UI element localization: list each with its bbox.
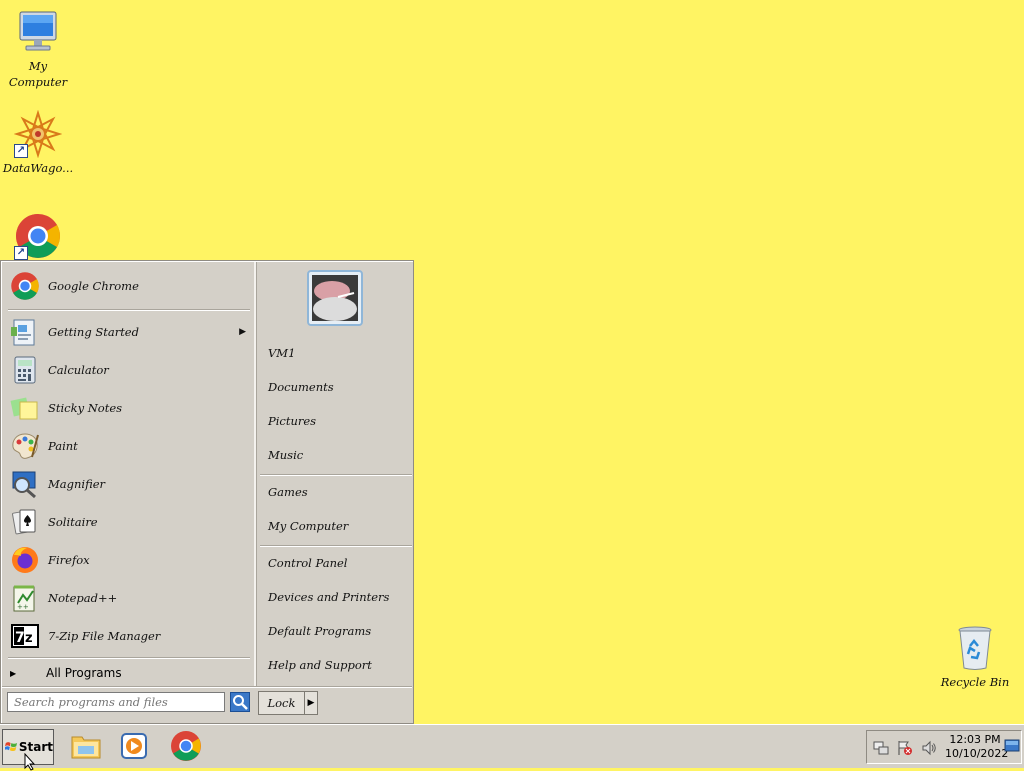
places-item-games[interactable]: Games [268, 481, 408, 503]
places-item-default-programs[interactable]: Default Programs [268, 620, 408, 642]
taskbar-app-explorer[interactable] [68, 728, 104, 764]
lock-button[interactable]: Lock ▶ [258, 691, 318, 715]
menu-item-label: Sticky Notes [48, 401, 123, 415]
menu-item-label: Getting Started [48, 325, 139, 339]
chrome-icon [10, 271, 40, 301]
places-item-documents[interactable]: Documents [268, 376, 408, 398]
start-menu-places-pane: VM1 Documents Pictures Music Games My Co… [257, 262, 413, 686]
divider [260, 474, 412, 476]
places-item-control-panel[interactable]: Control Panel [268, 552, 408, 574]
user-avatar[interactable] [307, 270, 363, 326]
firefox-icon [10, 545, 40, 575]
search-input[interactable] [7, 692, 225, 712]
mandala-icon: ↗ [13, 109, 63, 159]
svg-text:++: ++ [17, 603, 29, 611]
taskbar-app-chrome[interactable] [168, 728, 204, 764]
start-label: Start [18, 740, 53, 754]
chrome-icon [171, 731, 201, 761]
menu-item-notepad-plus-plus[interactable]: ++ Notepad++ [10, 580, 250, 616]
clock-date: 10/10/2022 [945, 747, 1009, 760]
divider [8, 309, 250, 311]
search-button[interactable] [230, 692, 250, 712]
mouse-cursor-icon [24, 753, 36, 771]
show-desktop-icon [1004, 739, 1020, 752]
desktop-icon-label: Recycle Bin [940, 675, 1010, 689]
places-item-pictures[interactable]: Pictures [268, 410, 408, 432]
taskbar-app-media-player[interactable] [116, 728, 152, 764]
menu-item-firefox[interactable]: Firefox [10, 542, 250, 578]
menu-item-sticky-notes[interactable]: Sticky Notes [10, 390, 250, 426]
solitaire-icon [10, 507, 40, 537]
search-box [7, 691, 250, 715]
arrow-right-icon: ▶ [10, 668, 17, 678]
sticky-notes-icon [10, 393, 40, 423]
action-center-flag-icon[interactable] [897, 740, 913, 756]
places-item-music[interactable]: Music [268, 444, 408, 466]
menu-item-getting-started[interactable]: Getting Started ▶ [10, 314, 250, 350]
svg-text:7: 7 [15, 630, 25, 646]
menu-item-google-chrome[interactable]: Google Chrome [10, 268, 250, 304]
divider [260, 545, 412, 547]
places-item-help-and-support[interactable]: Help and Support [268, 654, 408, 676]
menu-item-paint[interactable]: Paint [10, 428, 250, 464]
desktop-icon-label: My Computer [8, 59, 68, 89]
system-tray: 12:03 PM 10/10/2022 [866, 730, 1022, 764]
desktop-icon-my-computer[interactable]: My Computer [0, 8, 78, 90]
menu-item-label: Solitaire [48, 515, 98, 529]
places-item-my-computer[interactable]: My Computer [268, 515, 408, 537]
menu-item-solitaire[interactable]: Solitaire [10, 504, 250, 540]
clock-time: 12:03 PM [949, 733, 1001, 746]
all-programs-label: All Programs [46, 666, 122, 680]
menu-item-label: Paint [48, 439, 78, 453]
menu-item-magnifier[interactable]: Magnifier [10, 466, 250, 502]
avatar-image-icon [312, 275, 358, 321]
paint-palette-icon [10, 431, 40, 461]
volume-icon[interactable] [921, 740, 937, 756]
recycle-bin-icon [951, 624, 999, 672]
media-player-icon [121, 733, 147, 759]
notepad-plus-plus-icon: ++ [10, 583, 40, 613]
menu-item-label: Notepad++ [48, 591, 118, 605]
svg-text:z: z [25, 631, 33, 646]
menu-item-calculator[interactable]: Calculator [10, 352, 250, 388]
lock-label: Lock [259, 692, 305, 714]
clock[interactable]: 12:03 PM 10/10/2022 [945, 733, 1009, 761]
menu-item-label: Firefox [48, 553, 90, 567]
desktop-icon-datawagon[interactable]: ↗ DataWago... [0, 109, 78, 176]
places-item-user[interactable]: VM1 [268, 342, 408, 364]
calculator-icon [10, 355, 40, 385]
shortcut-arrow-icon: ↗ [14, 144, 28, 158]
menu-item-label: Google Chrome [48, 279, 139, 293]
desktop-icon-label: DataWago... [2, 161, 74, 175]
divider [8, 657, 250, 659]
menu-item-label: 7-Zip File Manager [48, 629, 161, 643]
search-icon [233, 695, 248, 710]
network-icon[interactable] [873, 740, 889, 756]
menu-item-7zip[interactable]: 7 z 7-Zip File Manager [10, 618, 250, 654]
all-programs-button[interactable]: ▶ All Programs [10, 664, 250, 682]
lock-options-arrow-icon[interactable]: ▶ [305, 692, 317, 714]
menu-item-label: Calculator [48, 363, 109, 377]
7zip-icon: 7 z [10, 621, 40, 651]
start-menu-programs-pane: Google Chrome Getting Started ▶ Calculat… [2, 262, 256, 686]
chrome-icon: ↗ [14, 212, 62, 260]
windows-logo-icon [5, 742, 18, 752]
folder-icon [71, 736, 101, 759]
submenu-arrow-icon: ▶ [239, 327, 246, 337]
menu-item-label: Magnifier [48, 477, 106, 491]
desktop-icon-chrome[interactable]: ↗ [0, 212, 78, 260]
desktop-icon-recycle-bin[interactable]: Recycle Bin [935, 624, 1015, 690]
start-menu: Google Chrome Getting Started ▶ Calculat… [0, 260, 414, 724]
divider [2, 686, 412, 688]
shortcut-arrow-icon: ↗ [14, 246, 28, 260]
monitor-icon [14, 8, 62, 56]
places-item-devices-and-printers[interactable]: Devices and Printers [268, 586, 408, 608]
taskbar: Start 12:03 PM 10/10/2022 [0, 724, 1024, 771]
getting-started-icon [10, 317, 40, 347]
magnifier-icon [10, 469, 40, 499]
show-desktop-button[interactable] [1004, 739, 1020, 753]
